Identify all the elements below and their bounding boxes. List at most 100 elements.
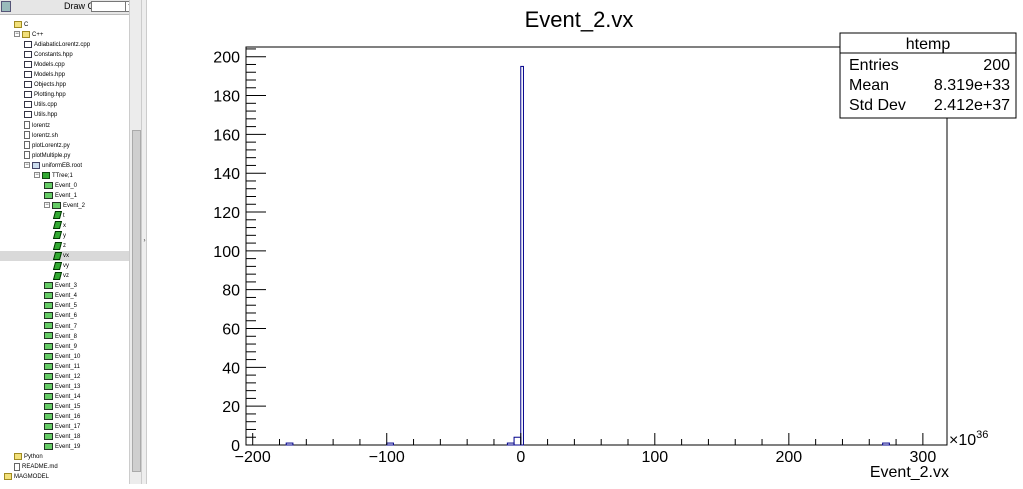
tree-item[interactable]: − TTree;1 [34, 171, 73, 181]
tree-item[interactable]: README.md [14, 462, 58, 472]
histogram-plot: Event_2.vx −200 −100 0 100 200 300 0204060801… [213, 7, 1017, 481]
tree-item-label: Constants.hpp [34, 52, 73, 59]
tree-item[interactable]: plotMultiple.py [24, 151, 70, 161]
stats-entries-label: Entries [849, 57, 899, 74]
tree-item[interactable]: Event_16 [44, 412, 80, 422]
tree-item-label: Event_15 [55, 403, 81, 410]
stats-entries-value: 200 [983, 57, 1010, 74]
browser-icon[interactable] [1, 1, 11, 12]
tree-item-label: Event_6 [55, 313, 78, 320]
tree-item-label: Python [24, 454, 43, 461]
tree-item[interactable]: z [52, 241, 66, 251]
tree-item[interactable]: Models.cpp [24, 60, 65, 70]
branch-icon [44, 312, 53, 320]
branch-icon [52, 201, 61, 209]
tree-item[interactable]: plotLorentz.py [24, 141, 70, 151]
tree-item[interactable]: t [52, 211, 65, 221]
tree-item[interactable]: Constants.hpp [24, 50, 73, 60]
tree-item[interactable]: x [52, 221, 66, 231]
tree-item[interactable]: y [52, 231, 66, 241]
leaf-icon [52, 251, 63, 260]
x-tick-label: −100 [369, 449, 405, 466]
tree-item[interactable]: Event_10 [44, 352, 80, 362]
branch-icon [44, 372, 53, 380]
tree-item-label: Utils.hpp [34, 112, 58, 119]
tree-item[interactable]: Event_4 [44, 291, 77, 301]
collapse-toggle-icon[interactable]: − [34, 172, 40, 179]
tree-item-label: x [63, 223, 66, 229]
branch-icon [44, 392, 53, 400]
tree-item[interactable]: Event_3 [44, 281, 77, 291]
y-tick-label: 20 [222, 399, 240, 416]
tree-item-label: lorentz.sh [32, 132, 59, 139]
tree-item-label: C [24, 22, 29, 28]
tree-item[interactable]: Plotting.hpp [24, 90, 66, 100]
tree-item-label: z [63, 243, 66, 250]
tree-item[interactable]: Event_8 [44, 332, 77, 342]
tree-item-label: Event_1 [55, 192, 78, 199]
tree-item[interactable]: Event_9 [44, 342, 77, 352]
tree-item[interactable]: vx [0, 251, 129, 262]
tree-item[interactable]: Event_17 [44, 422, 80, 432]
tree-item-label: Event_17 [55, 424, 81, 430]
tree-icon [42, 171, 50, 179]
tree-item[interactable]: Event_15 [44, 402, 80, 412]
tree-item[interactable]: Utils.hpp [24, 110, 57, 120]
tree-item[interactable]: lorentz.sh [24, 130, 59, 141]
tree-item-label: Utils.cpp [34, 102, 58, 109]
scrollbar-thumb[interactable] [132, 130, 141, 472]
tree-item[interactable]: − C++ [14, 30, 43, 40]
y-tick-label: 0 [231, 438, 240, 455]
tree-item-label: Plotting.hpp [34, 92, 66, 99]
histogram-bar [506, 442, 515, 446]
tree-item[interactable]: vy [52, 261, 69, 271]
file-h-icon [24, 111, 32, 119]
leaf-icon [52, 261, 63, 270]
leaf-icon [52, 271, 63, 280]
tree-item[interactable]: Event_7 [44, 322, 77, 332]
folder-icon [14, 453, 22, 461]
file-c-icon [24, 101, 32, 109]
tree-item[interactable]: − Event_2 [44, 201, 85, 211]
tree-item[interactable]: Event_12 [44, 372, 80, 382]
tree-item[interactable]: Python [14, 452, 43, 462]
tree-item[interactable]: Objects.hpp [24, 80, 66, 90]
tree-item[interactable]: Event_18 [44, 432, 80, 442]
tree-item[interactable]: − uniformEB.root [24, 161, 82, 171]
collapse-toggle-icon[interactable]: − [24, 162, 30, 169]
collapse-toggle-icon[interactable]: − [14, 31, 20, 38]
file-plain-icon [24, 141, 30, 150]
tree-item[interactable]: C [14, 20, 28, 30]
tree-item-label: Event_8 [55, 333, 78, 340]
tree-item-label: vx [63, 253, 69, 260]
tree-item-label: uniformEB.root [42, 162, 83, 169]
histogram-bar [513, 436, 522, 446]
tree-item[interactable]: Event_11 [44, 362, 80, 372]
tree-item[interactable]: Event_13 [44, 382, 80, 392]
stats-mean-value: 8.319e+33 [934, 77, 1010, 94]
y-tick-label: 100 [213, 244, 240, 261]
tree-item[interactable]: MAGMODEL [4, 472, 49, 482]
chart-title: Event_2.vx [525, 7, 634, 32]
tree-item[interactable]: Event_0 [44, 181, 77, 191]
tree-item[interactable]: Utils.cpp [24, 100, 57, 110]
histogram-canvas[interactable]: Event_2.vx −200 −100 0 100 200 300 0 20 40 60 80 1… [147, 0, 1023, 484]
collapse-toggle-icon[interactable]: − [44, 202, 50, 209]
tree-item-label: C++ [32, 32, 44, 39]
file-h-icon [24, 91, 32, 99]
tree-item[interactable]: Models.hpp [24, 70, 65, 80]
tree-item[interactable]: Event_5 [44, 301, 77, 311]
tree-item[interactable]: Event_19 [44, 442, 80, 452]
file-tree: C − C++ AdiabaticLorentz.cpp Constants.hpp Mo… [0, 15, 129, 484]
tree-item-label: plotLorentz.py [32, 142, 70, 149]
tree-item[interactable]: Event_6 [44, 311, 77, 321]
tree-item-label: Event_5 [55, 303, 78, 310]
tree-item[interactable]: lorentz [24, 120, 50, 131]
tree-item[interactable]: AdiabaticLorentz.cpp [24, 40, 90, 50]
tree-item-label: AdiabaticLorentz.cpp [34, 42, 91, 49]
tree-item[interactable]: vz [52, 271, 69, 281]
branch-icon [44, 181, 53, 189]
tree-item[interactable]: Event_14 [44, 392, 80, 402]
tree-item[interactable]: Event_1 [44, 191, 77, 201]
tree-item-label: Event_10 [55, 353, 81, 360]
